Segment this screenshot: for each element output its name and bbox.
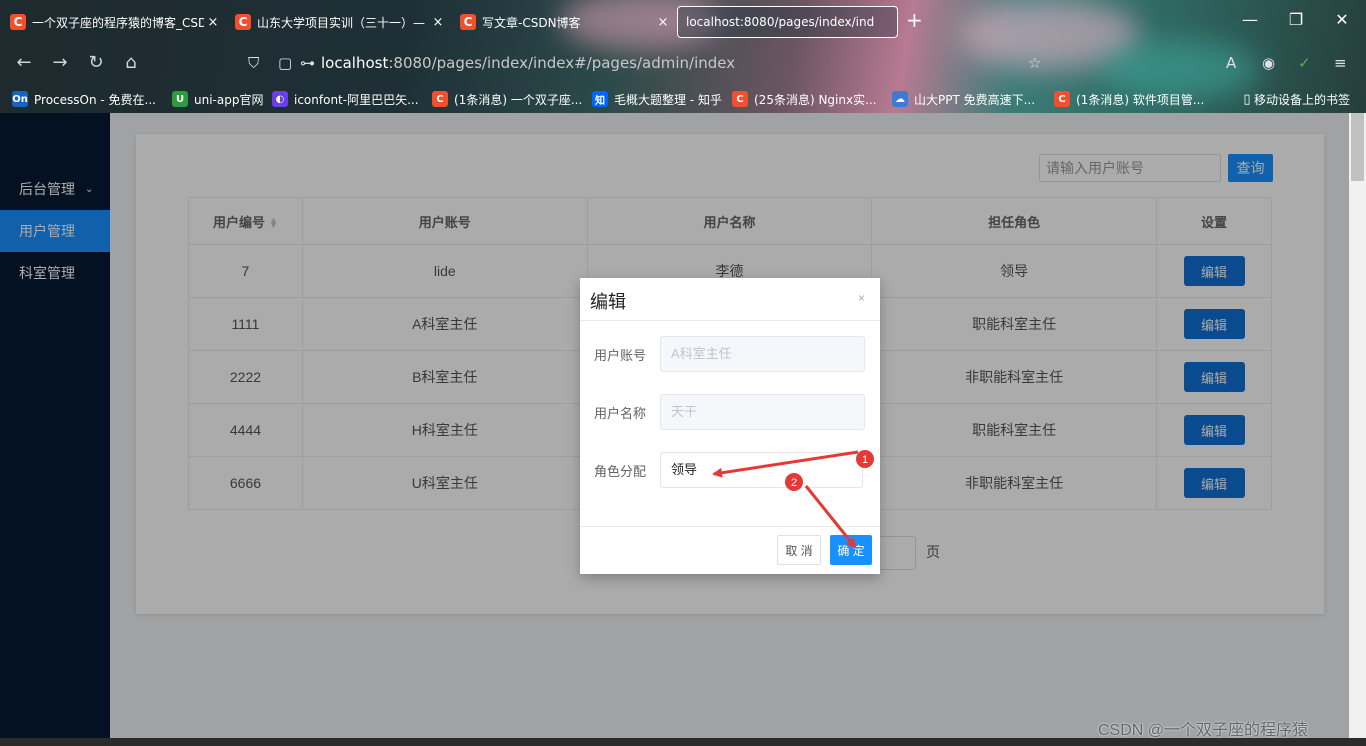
bookmark-item[interactable]: On ProcessOn - 免费在... xyxy=(12,89,156,109)
bookmark-label: ProcessOn - 免费在... xyxy=(34,92,156,107)
csdn-favicon-icon: C xyxy=(235,14,251,30)
csdn-icon: C xyxy=(1054,91,1070,107)
scrollbar[interactable] xyxy=(1349,113,1366,738)
bookmark-label: (1条消息) 软件项目管... xyxy=(1076,92,1205,107)
tab-close-icon[interactable]: × xyxy=(204,15,222,30)
bookmark-item[interactable]: ◐ iconfont-阿里巴巴矢... xyxy=(272,89,419,109)
cancel-button[interactable]: 取 消 xyxy=(777,535,821,565)
bookmark-label: iconfont-阿里巴巴矢... xyxy=(294,92,419,107)
watermark: CSDN @一个双子座的程序猿 xyxy=(1098,722,1309,739)
key-icon: ⊶ xyxy=(300,54,315,72)
bookmark-item[interactable]: C (25条消息) Nginx实... xyxy=(732,89,877,109)
cloud-icon: ☁ xyxy=(892,91,908,107)
tab-title: 一个双子座的程序猿的博客_CSD xyxy=(32,15,204,30)
browser-tab[interactable]: C 写文章-CSDN博客 × xyxy=(450,6,672,38)
role-select[interactable]: 领导 xyxy=(660,452,863,488)
dialog-title: 编辑 xyxy=(590,292,626,312)
account-label: 用户账号 xyxy=(594,348,647,363)
role-label: 角色分配 xyxy=(594,464,647,479)
extension-icon[interactable]: ◉ xyxy=(1262,54,1275,72)
mobile-icon: ▯ xyxy=(1243,91,1251,107)
address-bar[interactable]: ⊶ localhost:8080/pages/index/index#/pages… xyxy=(300,54,735,72)
bookmark-label: 毛概大题整理 - 知乎 xyxy=(614,92,722,107)
tab-title: localhost:8080/pages/index/ind xyxy=(686,15,875,29)
tab-title: 山东大学项目实训（三十一）— xyxy=(257,15,426,30)
star-icon[interactable]: ☆ xyxy=(1028,54,1041,72)
app-viewport: 后台管理 ⌄ 用户管理 科室管理 查询 用户编号▲▼ 用户账号 用户名称 担任角… xyxy=(0,113,1366,738)
home-icon[interactable]: ⌂ xyxy=(119,52,143,73)
divider xyxy=(580,526,880,527)
tab-close-icon[interactable]: × xyxy=(429,15,447,30)
confirm-button[interactable]: 确 定 xyxy=(830,535,872,565)
browser-tab-active[interactable]: localhost:8080/pages/index/ind xyxy=(677,6,898,38)
bookmark-label: uni-app官网 xyxy=(194,92,264,107)
browser-chrome: C 一个双子座的程序猿的博客_CSD × C 山东大学项目实训（三十一）— × … xyxy=(0,0,1366,113)
bookmark-label: (25条消息) Nginx实... xyxy=(754,92,877,107)
iconfont-icon: ◐ xyxy=(272,91,288,107)
bookmark-item[interactable]: 知毛概大题整理 - 知乎 xyxy=(592,89,722,109)
bookmark-item[interactable]: C (1条消息) 一个双子座... xyxy=(432,89,582,109)
browser-tab[interactable]: C 山东大学项目实训（三十一）— × xyxy=(225,6,447,38)
scrollbar-thumb[interactable] xyxy=(1351,113,1364,181)
reload-icon[interactable]: ↻ xyxy=(84,52,108,73)
tab-close-icon[interactable]: × xyxy=(654,15,672,30)
csdn-icon: C xyxy=(432,91,448,107)
shield-icon[interactable]: ⛉ xyxy=(248,54,259,72)
translate-icon[interactable]: A xyxy=(1226,54,1236,72)
extension-check-icon[interactable]: ✓ xyxy=(1298,54,1311,72)
close-window-icon[interactable]: ✕ xyxy=(1330,10,1354,29)
name-label: 用户名称 xyxy=(594,406,647,421)
browser-tab[interactable]: C 一个双子座的程序猿的博客_CSD × xyxy=(0,6,222,38)
restore-icon[interactable]: ❐ xyxy=(1284,10,1308,29)
divider xyxy=(580,320,880,321)
close-icon[interactable]: × xyxy=(858,291,865,305)
bookmark-item[interactable]: C (1条消息) 软件项目管... xyxy=(1054,89,1204,109)
processon-icon: On xyxy=(12,91,28,107)
bookmark-label: 移动设备上的书签 xyxy=(1254,92,1351,107)
bookmark-item[interactable]: ☁ 山大PPT 免费高速下... xyxy=(892,89,1035,109)
url-path: :8080/pages/index/index#/pages/admin/ind… xyxy=(388,54,736,72)
uniapp-icon: U xyxy=(172,91,188,107)
url-host: localhost xyxy=(321,54,389,72)
mobile-bookmarks[interactable]: ▯ 移动设备上的书签 xyxy=(1242,89,1350,109)
forward-icon[interactable]: → xyxy=(48,52,72,73)
zhihu-icon: 知 xyxy=(592,91,608,107)
bookmark-label: 山大PPT 免费高速下... xyxy=(914,92,1036,107)
new-tab-button[interactable]: + xyxy=(906,8,923,32)
csdn-favicon-icon: C xyxy=(10,14,26,30)
tab-title: 写文章-CSDN博客 xyxy=(482,15,581,30)
minimize-icon[interactable]: — xyxy=(1238,10,1262,29)
menu-icon[interactable]: ≡ xyxy=(1334,54,1347,72)
csdn-favicon-icon: C xyxy=(460,14,476,30)
back-icon[interactable]: ← xyxy=(12,52,36,73)
page-icon: ▢ xyxy=(278,54,293,72)
bookmark-item[interactable]: Uuni-app官网 xyxy=(172,89,263,109)
bookmark-label: (1条消息) 一个双子座... xyxy=(454,92,583,107)
name-field: 天干 xyxy=(660,394,865,430)
csdn-icon: C xyxy=(732,91,748,107)
edit-dialog: 编辑 × 用户账号 A科室主任 用户名称 天干 角色分配 领导 取 消 确 定 xyxy=(580,278,880,574)
account-field: A科室主任 xyxy=(660,336,865,372)
